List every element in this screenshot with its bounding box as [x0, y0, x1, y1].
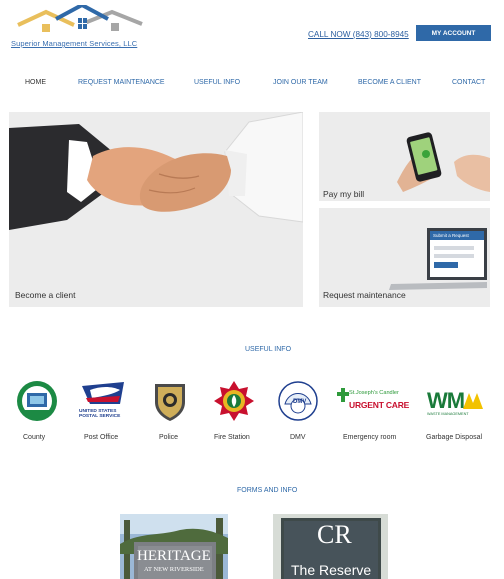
pay-bill-label: Pay my bill: [323, 189, 365, 199]
wm-letters: WM: [427, 388, 465, 413]
urgent-care-text: URGENT CARE: [349, 400, 410, 410]
fire-station-label[interactable]: Fire Station: [214, 434, 250, 441]
nav-home[interactable]: HOME: [25, 79, 46, 86]
heritage-community-card[interactable]: HERITAGE AT NEW RIVERSIDE: [120, 514, 228, 579]
phone-payment-image: [319, 112, 490, 201]
nav-useful-info[interactable]: USEFUL INFO: [194, 79, 240, 86]
house-roofs-icon: [17, 5, 143, 32]
reserve-sign-title: The Reserve: [291, 562, 372, 578]
urgent-care-brand: St.Joseph's Candler: [349, 390, 399, 396]
emergency-room-label[interactable]: Emergency room: [343, 434, 396, 441]
heritage-sign-subtitle: AT NEW RIVERSIDE: [144, 566, 204, 573]
dmv-logo-text: DMV: [293, 399, 307, 405]
pay-bill-tile[interactable]: Pay my bill: [319, 112, 490, 201]
nav-contact[interactable]: CONTACT: [452, 79, 485, 86]
request-maintenance-tile[interactable]: Submit a Request Request maintenance: [319, 208, 490, 307]
handshake-image: [9, 112, 303, 307]
laptop-screen-text: Submit a Request: [433, 233, 469, 238]
become-client-tile[interactable]: Become a client: [9, 112, 303, 307]
nav-become-a-client[interactable]: BECOME A CLIENT: [358, 79, 421, 86]
county-seal-icon[interactable]: [16, 380, 58, 422]
reserve-sign-monogram: CR: [317, 520, 352, 549]
nav-join-our-team[interactable]: JOIN OUR TEAM: [273, 79, 328, 86]
police-badge-icon[interactable]: [151, 380, 193, 422]
nav-request-maintenance[interactable]: REQUEST MAINTENANCE: [78, 79, 165, 86]
heritage-sign-title: HERITAGE: [137, 548, 211, 564]
fire-department-icon[interactable]: [213, 380, 255, 422]
call-now-link[interactable]: CALL NOW (843) 800-8945: [308, 30, 409, 39]
police-label[interactable]: Police: [159, 434, 178, 441]
county-label[interactable]: County: [23, 434, 45, 441]
dmv-label[interactable]: DMV: [290, 434, 306, 441]
request-maintenance-label: Request maintenance: [323, 290, 406, 300]
my-account-button[interactable]: MY ACCOUNT: [416, 25, 491, 41]
become-client-label: Become a client: [15, 290, 76, 300]
useful-info-heading: USEFUL INFO: [245, 346, 292, 353]
urgent-care-icon[interactable]: St.Joseph's Candler URGENT CARE: [337, 386, 411, 416]
the-reserve-community-card[interactable]: CR The Reserve: [273, 514, 388, 579]
company-name-link[interactable]: Superior Management Services, LLC: [11, 39, 137, 48]
garbage-disposal-label[interactable]: Garbage Disposal: [426, 434, 482, 441]
wm-subtext: WASTE MANAGEMENT: [427, 412, 469, 416]
usps-text-line2: POSTAL SERVICE: [79, 414, 121, 419]
forms-and-info-heading: FORMS AND INFO: [237, 487, 298, 494]
company-logo[interactable]: Superior Management Services, LLC: [10, 5, 150, 51]
waste-management-icon[interactable]: WM WASTE MANAGEMENT: [425, 388, 485, 420]
post-office-label[interactable]: Post Office: [84, 434, 118, 441]
